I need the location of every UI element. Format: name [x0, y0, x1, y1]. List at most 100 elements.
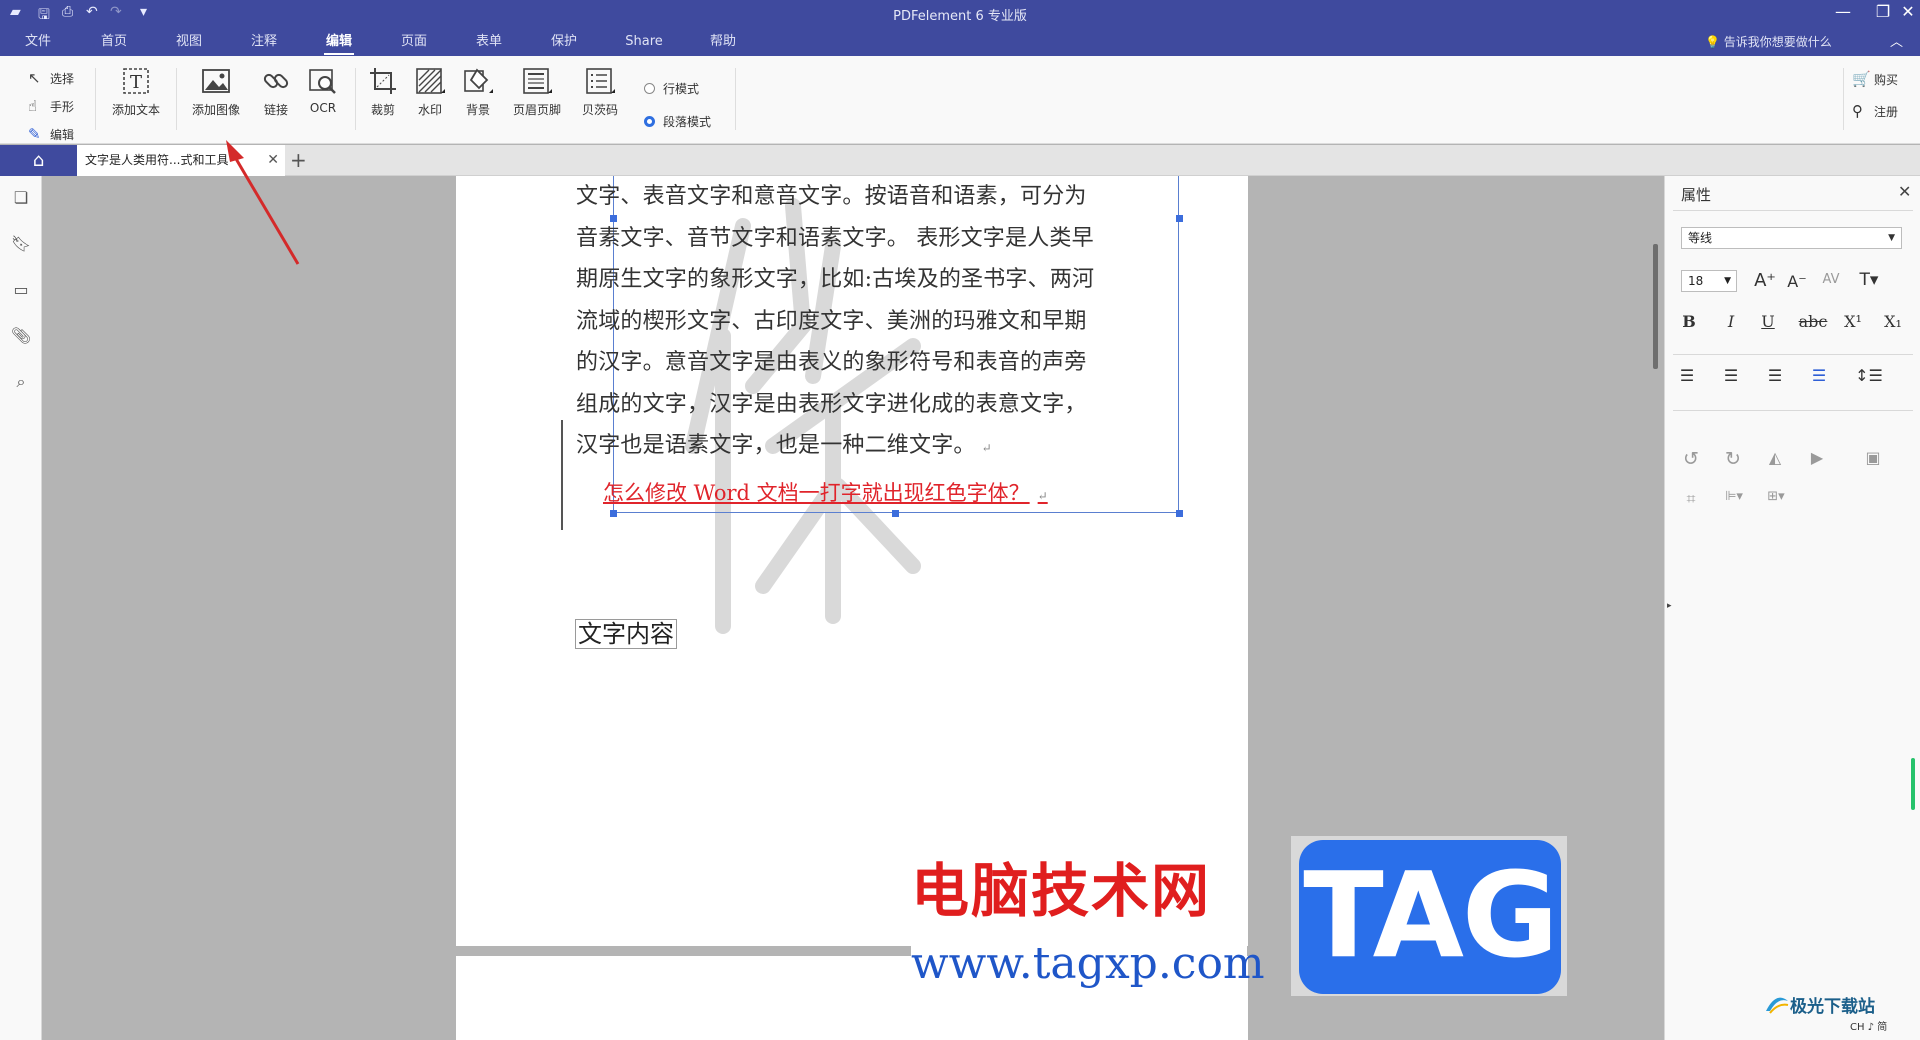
tag-logo-text: TAG [1299, 840, 1561, 994]
close-panel-icon[interactable]: ✕ [1898, 182, 1911, 201]
subscript-icon[interactable]: X₁ [1879, 312, 1907, 331]
paragraph-line: 组成的文字，汉字是由表形文字进化成的表意文字， [576, 391, 1087, 417]
menu-form[interactable]: 表单 [469, 32, 509, 56]
vertical-scrollbar[interactable] [1653, 244, 1658, 369]
ribbon-divider [355, 68, 356, 130]
superscript-icon[interactable]: X¹ [1839, 312, 1867, 331]
red-title-line[interactable]: 怎么修改 Word 文档一打字就出现红色字体？ ↵ [603, 477, 1048, 507]
ocr-button[interactable]: OCR [303, 66, 343, 115]
text-content-box[interactable]: 文字内容 [575, 619, 677, 649]
line-mode-option[interactable]: 行模式 [644, 80, 699, 97]
resize-handle[interactable] [1176, 510, 1183, 517]
link-button[interactable]: 链接 [256, 66, 296, 118]
paragraph-mode-radio[interactable] [644, 116, 655, 127]
align-right-icon[interactable]: ☰ [1761, 366, 1789, 385]
add-text-label: 添加文本 [111, 103, 160, 117]
select-mode[interactable]: ↖ 选择 [28, 64, 74, 92]
bold-icon[interactable]: B [1675, 312, 1703, 331]
rotate-left-icon[interactable]: ↺ [1677, 448, 1705, 470]
properties-title: 属性 [1681, 186, 1712, 204]
minimize-icon[interactable]: — [1828, 2, 1858, 21]
menu-comment[interactable]: 注释 [244, 32, 284, 56]
crop-label: 裁剪 [370, 103, 395, 117]
crop-image-icon[interactable]: ⌗ [1677, 489, 1705, 509]
paragraph-line: 文字、表音文字和意音文字。按语音和语素，可分为 [576, 184, 1087, 209]
mode-group: ↖ 选择 ☝ 手形 ✎ 编辑 [28, 64, 74, 148]
paragraph-line: 音素文字、音节文字和语素文字。 表形文字是人类早 [576, 225, 1094, 251]
font-family-select[interactable]: 等线 ▼ [1681, 227, 1902, 249]
menu-page[interactable]: 页面 [394, 32, 434, 56]
header-footer-button[interactable]: 页眉页脚 [507, 66, 567, 118]
document-tab-title: 文字是人类用符...式和工具 [85, 153, 229, 167]
line-mode-radio[interactable] [644, 83, 655, 94]
document-paragraph[interactable]: 文字、表音文字和意音文字。按语音和语素，可分为 音素文字、音节文字和语素文字。 … [576, 176, 1176, 467]
replace-image-icon[interactable]: ▣ [1859, 448, 1887, 467]
line-spacing-icon[interactable]: ↕☰ [1851, 366, 1887, 385]
left-sidebar: ❏ 🔖︎ ▭ 📎︎ ⌕ ▸ [0, 176, 50, 1040]
ribbon-divider [1843, 68, 1844, 130]
flip-horizontal-icon[interactable]: ▶ [1803, 448, 1831, 467]
edit-mode[interactable]: ✎ 编辑 [28, 120, 74, 148]
paragraph-mode-option[interactable]: 段落模式 [644, 113, 711, 130]
font-shrink-icon[interactable]: A⁻ [1783, 272, 1811, 291]
help-search[interactable]: 💡 告诉我你想要做什么 [1705, 33, 1832, 50]
select-label: 选择 [50, 71, 75, 86]
expand-right-icon[interactable]: ▸ [1667, 601, 1672, 611]
lightbulb-icon: 💡 [1705, 35, 1720, 49]
header-footer-icon [523, 68, 552, 94]
italic-icon[interactable]: I [1717, 312, 1745, 331]
align-objects-icon[interactable]: ⊫▾ [1717, 489, 1751, 504]
resize-handle[interactable] [892, 510, 899, 517]
distribute-objects-icon[interactable]: ⊞▾ [1759, 489, 1793, 504]
font-size-select[interactable]: 18 ▼ [1681, 270, 1737, 292]
char-spacing-icon[interactable]: AV [1817, 272, 1845, 287]
register-button[interactable]: ⚲ 注册 [1852, 102, 1898, 120]
menu-edit[interactable]: 编辑 [319, 32, 359, 56]
bookmark-icon[interactable]: 🔖︎ [10, 234, 32, 253]
panel-divider [1673, 354, 1913, 355]
resize-handle[interactable] [610, 510, 617, 517]
align-left-icon[interactable]: ☰ [1673, 366, 1701, 385]
properties-panel: 属性 ✕ 等线 ▼ 18 ▼ A⁺ A⁻ AV T▾ B I U abc X¹ … [1664, 176, 1920, 1040]
bates-button[interactable]: 贝茨码 [576, 66, 624, 118]
watermark-button[interactable]: 水印 [410, 66, 450, 118]
underline-icon[interactable]: U [1754, 312, 1782, 331]
add-text-button[interactable]: T 添加文本 [108, 66, 164, 118]
menu-file[interactable]: 文件 [18, 32, 58, 56]
font-grow-icon[interactable]: A⁺ [1751, 270, 1779, 291]
hand-label: 手形 [50, 99, 75, 114]
close-icon[interactable]: ✕ [1893, 2, 1920, 21]
hand-mode[interactable]: ☝ 手形 [28, 92, 74, 120]
menu-home[interactable]: 首页 [94, 32, 134, 56]
strikethrough-icon[interactable]: abc [1793, 312, 1833, 331]
justify-icon[interactable]: ☰ [1805, 366, 1833, 385]
add-image-label: 添加图像 [191, 103, 240, 117]
chevron-down-icon: ▼ [1888, 233, 1895, 243]
paragraph-line: 期原生文字的象形文字，比如:古埃及的圣书字、两河 [576, 267, 1095, 292]
comment-icon[interactable]: ▭ [10, 280, 32, 299]
menu-help[interactable]: 帮助 [703, 32, 743, 56]
corner-brand: 极光下载站 [1764, 992, 1875, 1017]
attachment-icon[interactable]: 📎︎ [10, 326, 32, 345]
search-icon[interactable]: ⌕ [10, 372, 32, 392]
flip-vertical-icon[interactable]: ◭ [1761, 448, 1789, 467]
home-icon: ⌂ [32, 150, 45, 171]
home-tab[interactable]: ⌂ [0, 145, 77, 176]
menu-protect[interactable]: 保护 [544, 32, 584, 56]
add-image-button[interactable]: 添加图像 [188, 66, 244, 118]
text-color-icon[interactable]: T▾ [1855, 270, 1883, 290]
paragraph-line: 流域的楔形文字、古印度文字、美洲的玛雅文和早期 [576, 308, 1087, 334]
thumbnails-icon[interactable]: ❏ [10, 188, 32, 207]
rotate-right-icon[interactable]: ↻ [1719, 448, 1747, 470]
buy-button[interactable]: 🛒 购买 [1852, 70, 1898, 88]
collapse-ribbon-icon[interactable]: ︿ [1890, 31, 1903, 50]
app-title: PDFelement 6 专业版 [893, 9, 1027, 24]
paragraph-line-text: 汉字也是语素文字，也是一种二维文字。 [576, 433, 976, 458]
resize-handle[interactable] [1176, 215, 1183, 222]
menu-view[interactable]: 视图 [169, 32, 209, 56]
background-button[interactable]: 背景 [458, 66, 498, 118]
menu-share[interactable]: Share [619, 32, 669, 56]
ocr-icon [309, 69, 336, 94]
crop-button[interactable]: 裁剪 [363, 66, 403, 118]
align-center-icon[interactable]: ☰ [1717, 366, 1745, 385]
